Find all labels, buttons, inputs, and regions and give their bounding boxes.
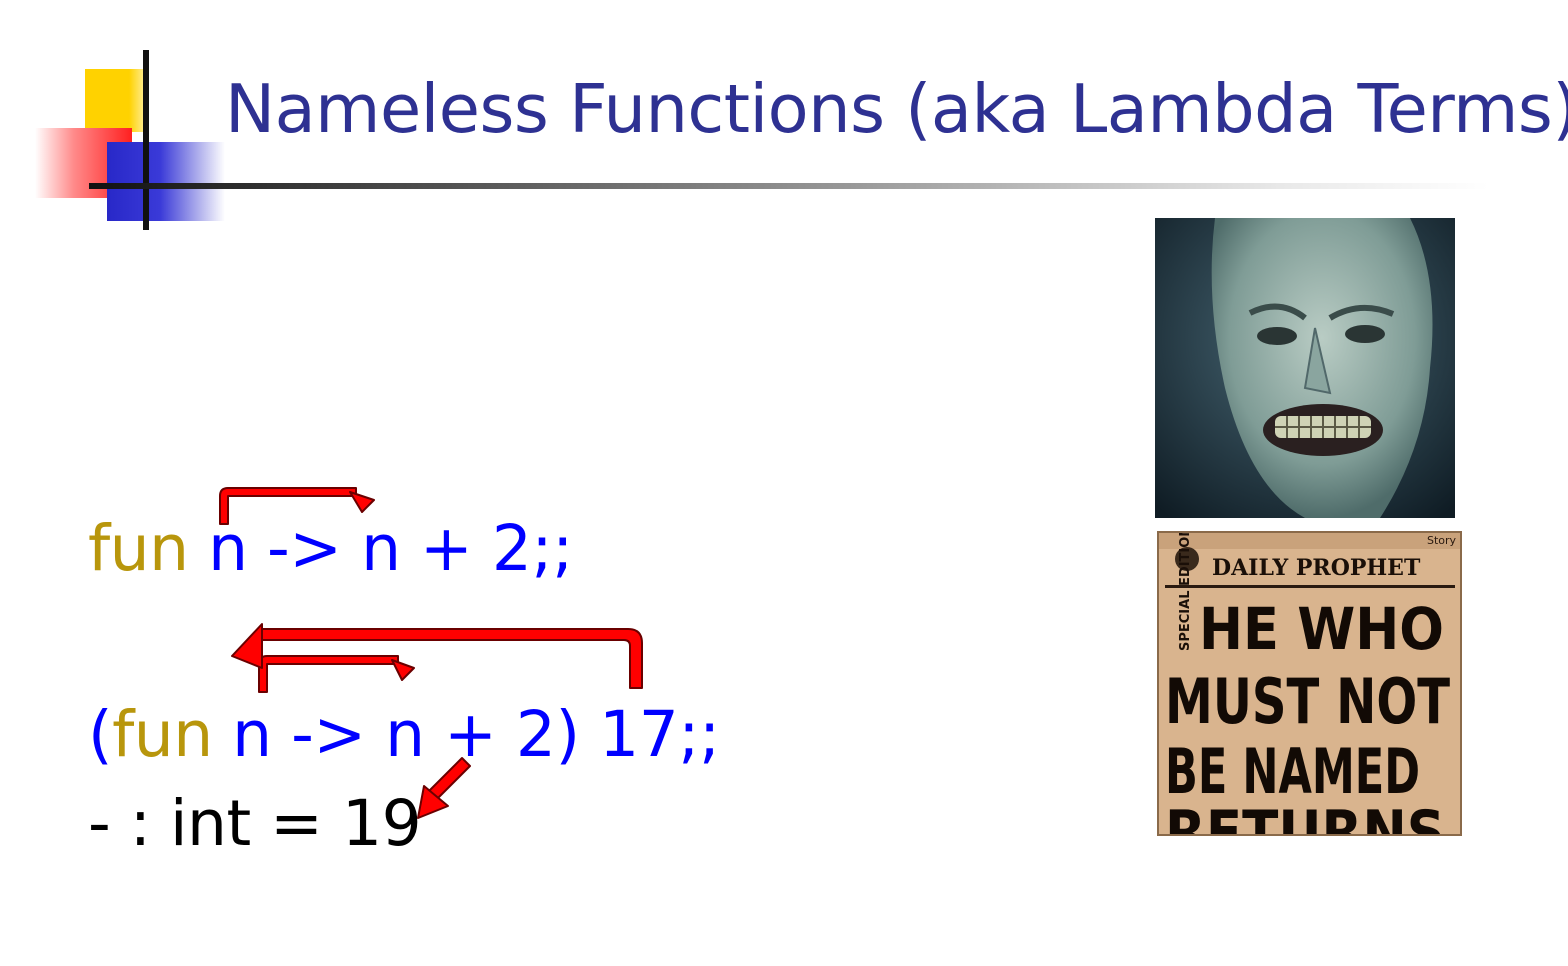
code-line-lambda: fun n -> n + 2;;: [88, 512, 573, 585]
newspaper-headline-1: HE WHO: [1199, 595, 1444, 663]
open-paren: (: [88, 698, 113, 771]
newspaper-edition: SPECIAL EDITION: [1178, 531, 1193, 651]
code-output: - : int = 19: [88, 787, 422, 860]
newspaper-headline-2: MUST NOT: [1165, 665, 1450, 738]
newspaper-corner-text: Story: [1427, 534, 1457, 547]
newspaper-photo: Story DAILY PROPHET SPECIAL EDITION HE W…: [1157, 531, 1462, 836]
code-text: n -> n + 2) 17;;: [212, 698, 720, 771]
keyword-fun: fun: [112, 698, 213, 771]
decor-blue-square: [107, 142, 225, 221]
code-line-application: (fun n -> n + 2) 17;;: [88, 698, 720, 771]
code-text: n -> n + 2;;: [188, 512, 573, 585]
arrow-argument: [261, 628, 643, 689]
arrow-argument-head: [231, 623, 263, 669]
arrow-binding-2: [258, 655, 399, 693]
arrow-binding-2-head: [391, 659, 415, 681]
arrow-result-head: [417, 785, 449, 819]
title-underline: [89, 183, 1489, 189]
villain-face-photo: [1155, 218, 1455, 518]
newspaper-headline-4: RETURNS: [1165, 798, 1445, 836]
arrow-binding-1-head: [349, 491, 375, 513]
keyword-fun: fun: [88, 512, 189, 585]
decor-yellow-square: [85, 69, 148, 132]
newspaper-masthead: DAILY PROPHET: [1212, 555, 1421, 581]
slide-title: Nameless Functions (aka Lambda Terms): [225, 70, 1568, 148]
decor-vertical-line: [143, 50, 149, 230]
